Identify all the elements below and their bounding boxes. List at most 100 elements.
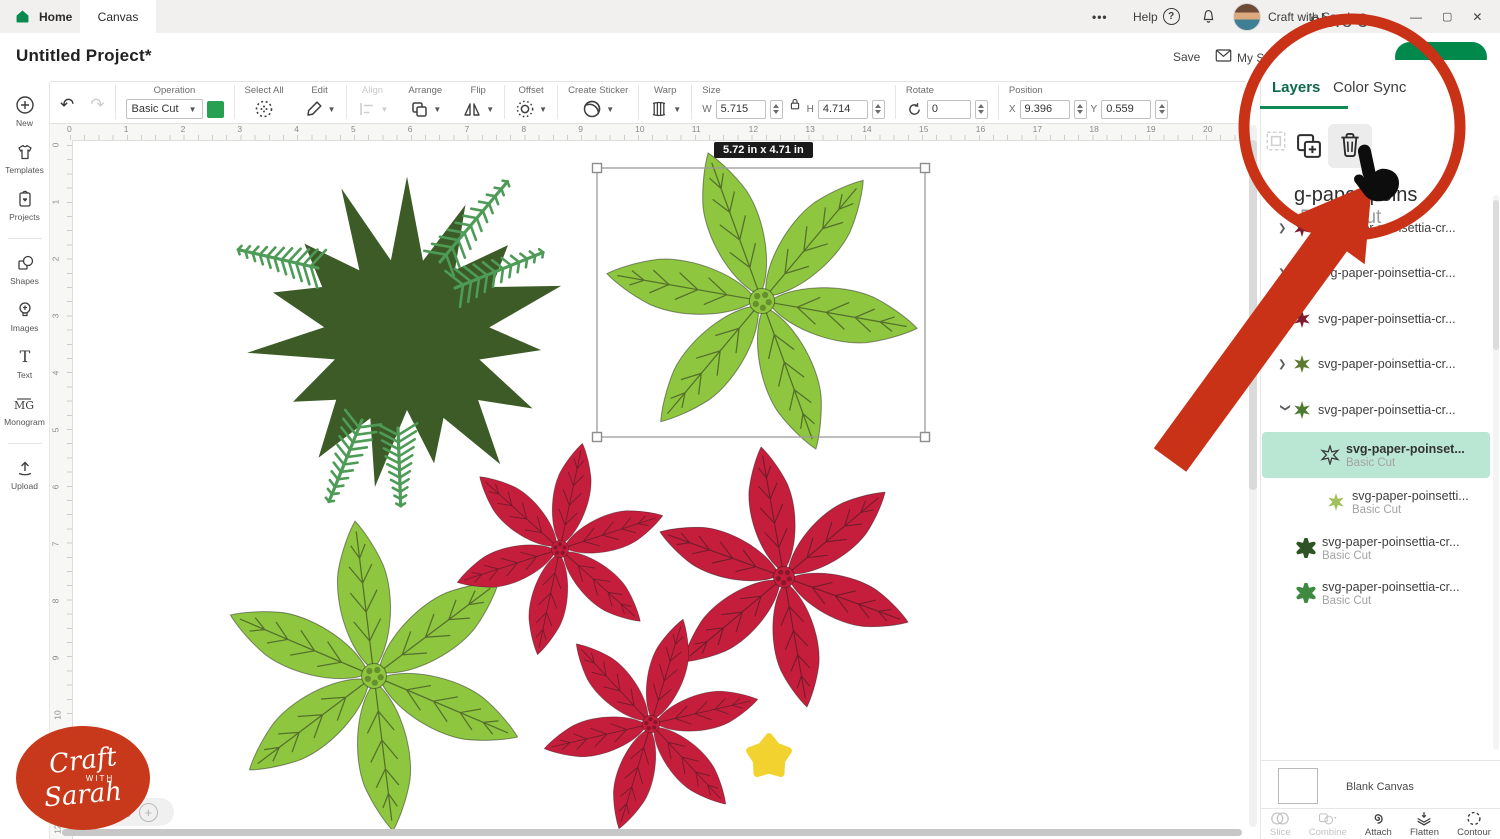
width-input[interactable]: 5.715 bbox=[715, 99, 766, 119]
minimize-button[interactable]: — bbox=[1400, 10, 1432, 24]
layer-thumbnail-icon bbox=[1296, 538, 1316, 558]
redo-icon[interactable]: ↷ bbox=[90, 96, 104, 114]
shapes-icon bbox=[17, 255, 33, 270]
notifications-button[interactable] bbox=[1200, 0, 1217, 33]
flip-button[interactable]: Flip ▼ bbox=[452, 82, 504, 120]
chevron-right-icon[interactable]: ❯ bbox=[1278, 268, 1292, 279]
sidebar-item-upload[interactable]: Upload bbox=[11, 458, 38, 491]
width-stepper[interactable] bbox=[769, 99, 783, 119]
slice-button[interactable]: Slice bbox=[1270, 811, 1291, 838]
clipboard-heart-icon bbox=[18, 190, 31, 207]
sidebar-item-images[interactable]: Images bbox=[11, 300, 38, 333]
magnified-layer-subtitle: Basic Cut bbox=[1300, 207, 1382, 228]
create-sticker-button[interactable]: Create Sticker ▼ bbox=[558, 82, 638, 120]
active-tab-underline bbox=[1260, 106, 1348, 109]
position-x-input[interactable]: 9.396 bbox=[1019, 99, 1070, 119]
sidebar-item-projects[interactable]: Projects bbox=[9, 189, 40, 222]
layer-group-row-5-expanded[interactable]: ❯ svg-paper-poinsettia-cr... bbox=[1262, 389, 1492, 431]
sidebar-item-text[interactable]: T Text bbox=[15, 347, 35, 380]
machine-selector-partial[interactable]: plore 3 bbox=[1310, 11, 1368, 33]
left-sidebar: New Templates Projects Shapes Images T T… bbox=[0, 82, 50, 839]
rotate-input[interactable]: 0 bbox=[926, 99, 971, 119]
rotate-icon bbox=[909, 102, 920, 115]
layer-row[interactable]: svg-paper-poinsettia-cr... Basic Cut bbox=[1262, 526, 1492, 570]
position-x-stepper[interactable] bbox=[1073, 99, 1087, 119]
select-all-button[interactable]: Select All bbox=[235, 82, 294, 120]
canvas-object-green-poinsettia-selected[interactable] bbox=[581, 127, 943, 476]
tab-layers[interactable]: Layers bbox=[1272, 79, 1320, 96]
zoom-in-icon[interactable]: + bbox=[138, 802, 158, 822]
tab-canvas[interactable]: Canvas bbox=[80, 0, 156, 33]
close-button[interactable]: ✕ bbox=[1462, 10, 1492, 24]
selection-handle-nw[interactable] bbox=[591, 162, 603, 174]
question-icon: ? bbox=[1162, 8, 1180, 25]
paperclip-icon bbox=[1375, 814, 1384, 824]
warp-button[interactable]: Warp ▼ bbox=[639, 82, 691, 120]
layer-thumbnail-icon bbox=[1294, 264, 1310, 282]
avatar[interactable] bbox=[1233, 3, 1261, 31]
group-icon[interactable] bbox=[1264, 129, 1288, 153]
duplicate-icon[interactable] bbox=[1294, 131, 1324, 161]
monogram-icon: MG bbox=[14, 398, 34, 412]
canvas-object-yellow-center[interactable] bbox=[746, 733, 792, 778]
panel-scrollbar-thumb[interactable] bbox=[1493, 200, 1499, 350]
chevron-right-icon[interactable]: ❯ bbox=[1278, 223, 1292, 234]
layer-group-row-3[interactable]: ❯ svg-paper-poinsettia-cr... bbox=[1262, 298, 1492, 340]
position-y-input[interactable]: 0.559 bbox=[1101, 99, 1152, 119]
maximize-button[interactable]: ▢ bbox=[1432, 10, 1462, 23]
upload-icon bbox=[18, 461, 31, 476]
combine-button[interactable]: Combine bbox=[1309, 811, 1347, 838]
chevron-right-icon[interactable]: ❯ bbox=[1278, 314, 1292, 325]
chevron-down-icon[interactable]: ❯ bbox=[1280, 403, 1291, 417]
arrange-button[interactable]: Arrange ▼ bbox=[398, 82, 452, 120]
layer-row-selected[interactable]: svg-paper-poinset... Basic Cut bbox=[1262, 432, 1490, 478]
layer-row-child[interactable]: svg-paper-poinsetti... Basic Cut bbox=[1262, 480, 1492, 524]
rotate-stepper[interactable] bbox=[974, 99, 988, 119]
sidebar-item-monogram[interactable]: MG Monogram bbox=[4, 394, 45, 427]
sidebar-item-new[interactable]: New bbox=[15, 95, 35, 128]
contour-button[interactable]: Contour bbox=[1457, 811, 1491, 838]
offset-button[interactable]: Offset ▼ bbox=[505, 82, 557, 120]
canvas-object-red-poinsettia-1[interactable] bbox=[426, 418, 695, 680]
more-menu-button[interactable]: ••• bbox=[1092, 0, 1108, 33]
combine-icon bbox=[1318, 813, 1337, 825]
trash-icon[interactable] bbox=[1336, 130, 1364, 160]
undo-icon[interactable]: ↶ bbox=[60, 96, 74, 114]
selection-handle-se[interactable] bbox=[919, 431, 931, 443]
position-y-stepper[interactable] bbox=[1155, 99, 1169, 119]
warp-icon bbox=[653, 101, 666, 117]
chevron-right-icon[interactable]: ❯ bbox=[1278, 359, 1292, 370]
bell-icon bbox=[1203, 9, 1214, 23]
color-swatch[interactable] bbox=[206, 100, 224, 118]
layer-group-row-2[interactable]: ❯ svg-paper-poinsettia-cr... bbox=[1262, 252, 1492, 294]
holly-and-ferns-group[interactable] bbox=[236, 176, 562, 508]
horizontal-scrollbar[interactable] bbox=[62, 829, 1242, 836]
layer-thumbnail-icon bbox=[1328, 493, 1344, 511]
sidebar-item-shapes[interactable]: Shapes bbox=[10, 253, 39, 286]
attach-button[interactable]: Attach bbox=[1365, 811, 1392, 838]
selection-handle-ne[interactable] bbox=[919, 162, 931, 174]
tab-color-sync[interactable]: Color Sync bbox=[1333, 79, 1406, 96]
panel-divider bbox=[1261, 760, 1500, 761]
flatten-button[interactable]: Flatten bbox=[1410, 811, 1439, 838]
lock-icon[interactable] bbox=[787, 96, 803, 112]
sidebar-item-templates[interactable]: Templates bbox=[5, 142, 44, 175]
my-stuff-icon bbox=[1215, 49, 1232, 62]
selection-handle-sw[interactable] bbox=[591, 431, 603, 443]
lightbulb-icon bbox=[18, 302, 31, 317]
align-button[interactable]: Align ▼ bbox=[347, 82, 399, 120]
sticker-icon bbox=[583, 100, 601, 118]
horizontal-ruler: 0 1 2 3 4 5 6 7 8 9 10 11 12 13 14 15 16 17 18 19 20 bbox=[50, 122, 1246, 141]
tab-home[interactable]: Home bbox=[14, 0, 72, 33]
height-input[interactable]: 4.714 bbox=[817, 99, 868, 119]
operation-select[interactable]: Basic Cut ▼ bbox=[125, 99, 203, 119]
canvas-vertical-scrollbar-thumb[interactable] bbox=[1249, 140, 1257, 490]
blank-canvas-swatch[interactable] bbox=[1278, 768, 1318, 804]
layer-group-row-4[interactable]: ❯ svg-paper-poinsettia-cr... bbox=[1262, 343, 1492, 385]
help-button[interactable]: Help ? bbox=[1133, 0, 1180, 33]
edit-button[interactable]: Edit ▼ bbox=[294, 82, 346, 120]
height-stepper[interactable] bbox=[871, 99, 885, 119]
layer-actions-bar: Slice Combine Attach Flatten Contour bbox=[1261, 808, 1500, 839]
save-button[interactable]: Save bbox=[1173, 50, 1200, 64]
layer-row[interactable]: svg-paper-poinsettia-cr... Basic Cut bbox=[1262, 571, 1492, 615]
